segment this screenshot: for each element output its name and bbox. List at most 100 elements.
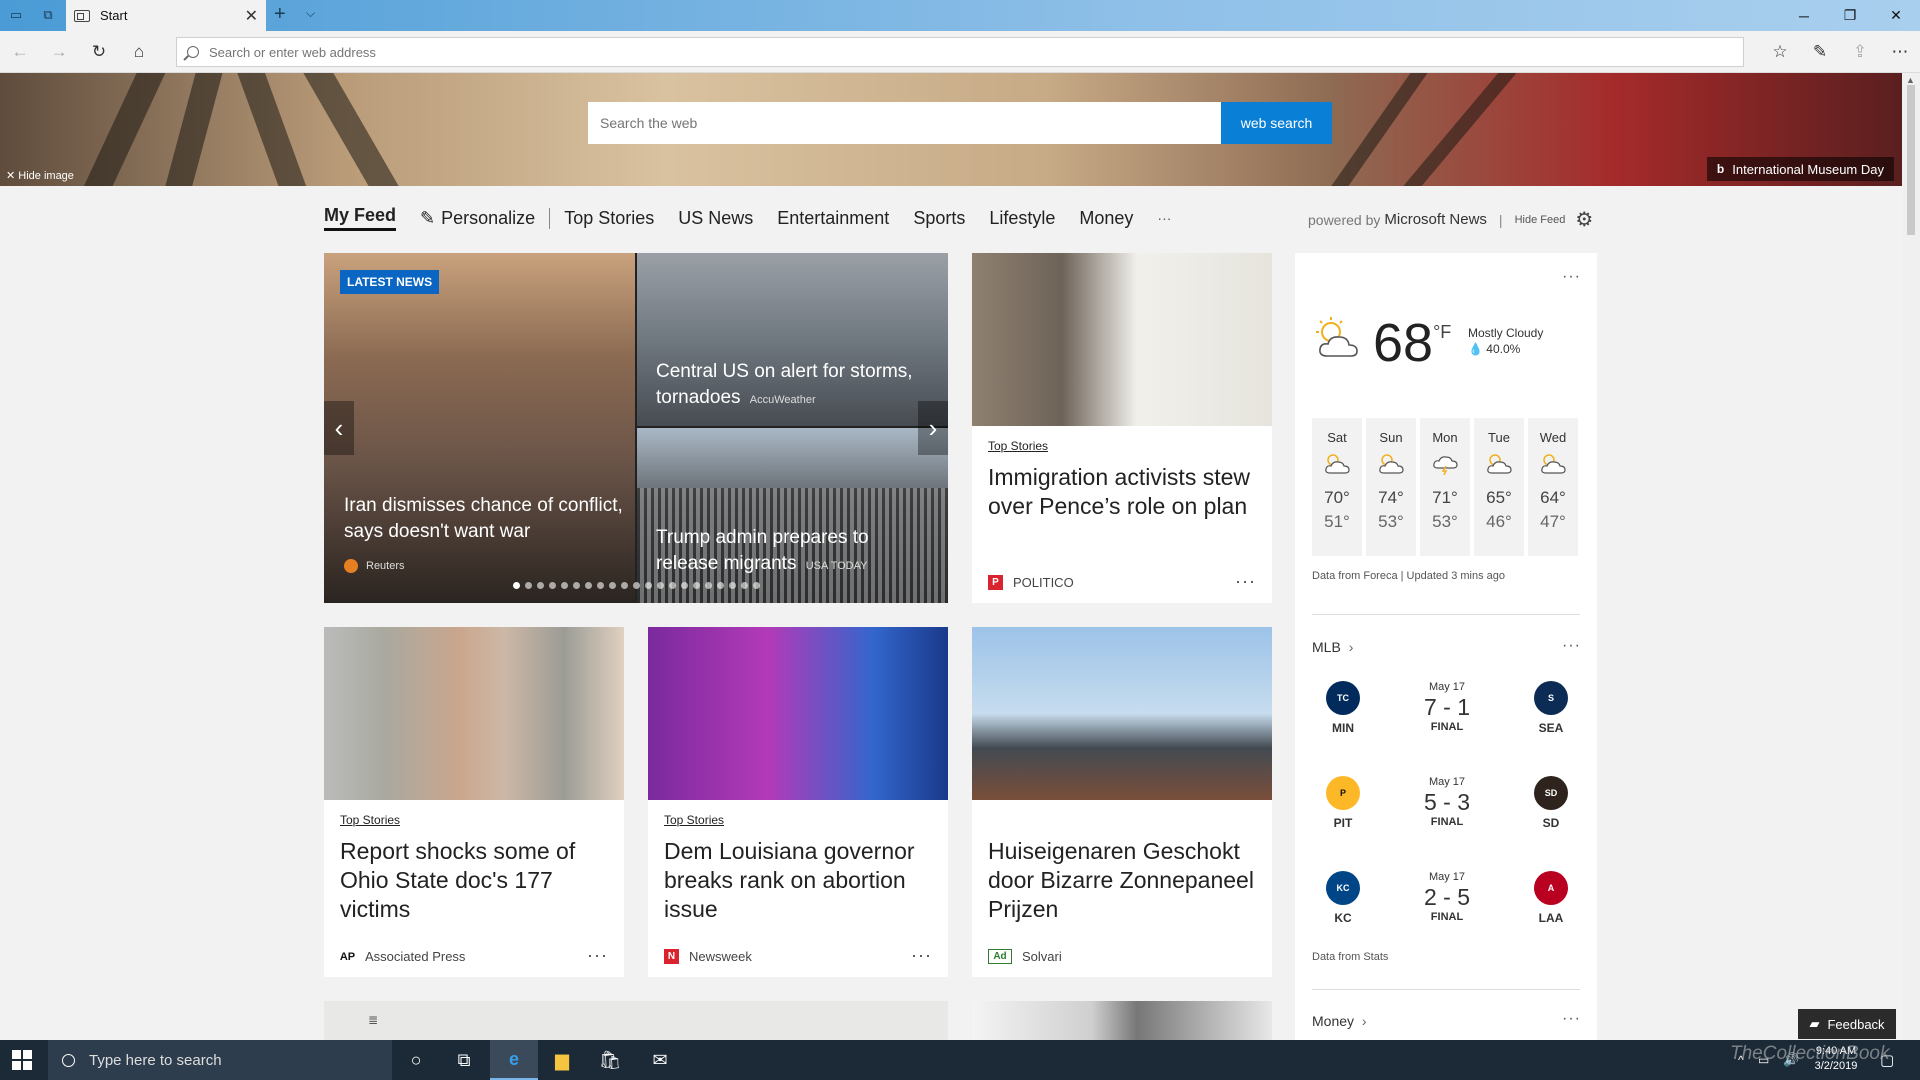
new-tab-icon[interactable]: + (274, 3, 286, 26)
news-headline[interactable]: Report shocks some of Ohio State doc's 1… (340, 837, 615, 924)
store-icon[interactable]: 🛍 (586, 1040, 634, 1080)
more-options-button[interactable]: ··· (911, 945, 932, 966)
more-options-button[interactable]: ··· (1235, 571, 1256, 592)
carousel-dot[interactable] (633, 582, 640, 589)
temperature-unit[interactable]: °F (1433, 322, 1451, 343)
forecast-day[interactable]: Tue 65° 46° (1474, 418, 1524, 556)
news-category[interactable]: Top Stories (340, 813, 400, 827)
news-card[interactable]: Top Stories Dem Louisiana governor break… (648, 627, 948, 977)
money-more-button[interactable]: ··· (1562, 1010, 1581, 1028)
carousel-dot[interactable] (741, 582, 748, 589)
scroll-up-icon[interactable]: ▲ (1906, 75, 1915, 85)
edge-icon[interactable]: e (490, 1040, 538, 1080)
chevron-down-icon[interactable]: ⌵ (306, 6, 315, 21)
carousel-top-right-headline[interactable]: Central US on alert for storms, tornadoe… (656, 359, 936, 413)
news-image[interactable] (972, 253, 1272, 426)
refresh-icon[interactable]: ↻ (87, 40, 111, 64)
ad-card[interactable]: Huiseigenaren Geschokt door Bizarre Zonn… (972, 627, 1272, 977)
news-card[interactable]: Top Stories Immigration activists stew o… (972, 253, 1272, 603)
tab-top-stories[interactable]: Top Stories (564, 208, 654, 229)
tab-sports[interactable]: Sports (913, 208, 965, 229)
news-image[interactable] (648, 627, 948, 800)
tab-money[interactable]: Money (1079, 208, 1133, 229)
hide-feed-link[interactable]: Hide Feed (1515, 214, 1566, 226)
tab-preview-icon[interactable]: ▭ (6, 5, 26, 25)
set-aside-tabs-icon[interactable]: ⧉ (38, 5, 58, 25)
more-options-button[interactable]: ··· (587, 945, 608, 966)
home-icon[interactable]: ⌂ (127, 40, 151, 64)
carousel-main-image[interactable] (324, 253, 635, 603)
money-title-link[interactable]: Money › (1312, 1013, 1367, 1029)
carousel-dot[interactable] (549, 582, 556, 589)
current-weather[interactable]: 68 °F (1313, 316, 1451, 370)
carousel-dot[interactable] (585, 582, 592, 589)
carousel-bottom-right-headline[interactable]: Trump admin prepares to release migrants… (656, 525, 896, 579)
close-window-button[interactable]: ✕ (1873, 0, 1919, 31)
news-image[interactable] (324, 627, 624, 800)
page-scrollbar[interactable]: ▲ (1902, 73, 1920, 1040)
forecast-day[interactable]: Sun 74° 53° (1366, 418, 1416, 556)
chevron-left-icon[interactable]: ‹ (324, 401, 354, 455)
favorites-icon[interactable]: ☆ (1768, 40, 1792, 64)
game-score-row[interactable]: KC KC May 17 2 - 5 FINAL A LAA (1312, 871, 1580, 951)
cortana-icon[interactable]: ○ (392, 1040, 440, 1080)
tab-lifestyle[interactable]: Lifestyle (989, 208, 1055, 229)
forward-icon[interactable]: → (47, 40, 71, 64)
more-tabs-button[interactable]: ··· (1157, 210, 1171, 226)
tab-my-feed[interactable]: My Feed (324, 205, 397, 231)
ad-headline[interactable]: Huiseigenaren Geschokt door Bizarre Zonn… (988, 837, 1263, 924)
address-input[interactable] (209, 44, 1709, 60)
tab-us-news[interactable]: US News (678, 208, 753, 229)
task-view-icon[interactable]: ⧉ (440, 1040, 488, 1080)
scrollbar-thumb[interactable] (1907, 85, 1915, 235)
game-score-row[interactable]: P PIT May 17 5 - 3 FINAL SD SD (1312, 776, 1580, 856)
carousel-dot[interactable] (705, 582, 712, 589)
weather-credit[interactable]: Data from Foreca | Updated 3 mins ago (1312, 570, 1505, 582)
carousel-dot[interactable] (513, 582, 520, 589)
web-search-button[interactable]: web search (1221, 102, 1332, 144)
minimize-button[interactable]: ─ (1781, 0, 1827, 31)
weather-more-button[interactable]: ··· (1562, 268, 1581, 286)
tab-start[interactable]: Start ✕ (66, 0, 266, 31)
carousel-dot[interactable] (729, 582, 736, 589)
more-icon[interactable]: ⋯ (1888, 40, 1912, 64)
carousel-dot[interactable] (693, 582, 700, 589)
carousel-dot[interactable] (609, 582, 616, 589)
back-icon[interactable]: ← (8, 40, 32, 64)
image-caption-link[interactable]: b International Museum Day (1706, 157, 1894, 181)
carousel-dot[interactable] (537, 582, 544, 589)
restore-button[interactable]: ❐ (1827, 0, 1873, 31)
news-headline[interactable]: Dem Louisiana governor breaks rank on ab… (664, 837, 939, 924)
news-card-partial[interactable] (972, 1001, 1272, 1040)
gear-icon[interactable]: ⚙ (1575, 207, 1593, 232)
carousel-dot[interactable] (753, 582, 760, 589)
ad-image[interactable] (972, 627, 1272, 800)
taskbar-search-box[interactable]: Type here to search (48, 1040, 392, 1080)
address-bar[interactable] (176, 37, 1744, 67)
web-search-input[interactable] (588, 102, 1221, 144)
mail-icon[interactable]: ✉ (636, 1040, 684, 1080)
news-card-partial[interactable]: ≣ (324, 1001, 948, 1040)
carousel-dot[interactable] (669, 582, 676, 589)
news-carousel[interactable]: LATEST NEWS Iran dismisses chance of con… (324, 253, 948, 603)
chevron-right-icon[interactable]: › (918, 401, 948, 455)
news-category[interactable]: Top Stories (988, 439, 1048, 453)
news-card[interactable]: Top Stories Report shocks some of Ohio S… (324, 627, 624, 977)
stats-credit[interactable]: Data from Stats (1312, 951, 1388, 963)
news-category[interactable]: Top Stories (664, 813, 724, 827)
carousel-dot[interactable] (561, 582, 568, 589)
carousel-main-headline[interactable]: Iran dismisses chance of conflict, says … (344, 493, 624, 545)
carousel-dot[interactable] (573, 582, 580, 589)
carousel-dot[interactable] (621, 582, 628, 589)
feedback-button[interactable]: ▰ Feedback (1798, 1009, 1896, 1039)
news-headline[interactable]: Immigration activists stew over Pence’s … (988, 463, 1263, 521)
carousel-dot[interactable] (597, 582, 604, 589)
carousel-dot[interactable] (657, 582, 664, 589)
forecast-day[interactable]: Wed 64° 47° (1528, 418, 1578, 556)
forecast-day[interactable]: Sat 70° 51° (1312, 418, 1362, 556)
tab-entertainment[interactable]: Entertainment (777, 208, 889, 229)
file-explorer-icon[interactable]: ▆ (538, 1040, 586, 1080)
carousel-dot[interactable] (717, 582, 724, 589)
game-score-row[interactable]: TC MIN May 17 7 - 1 FINAL S SEA (1312, 681, 1580, 761)
powered-by-brand[interactable]: Microsoft News (1384, 211, 1487, 228)
